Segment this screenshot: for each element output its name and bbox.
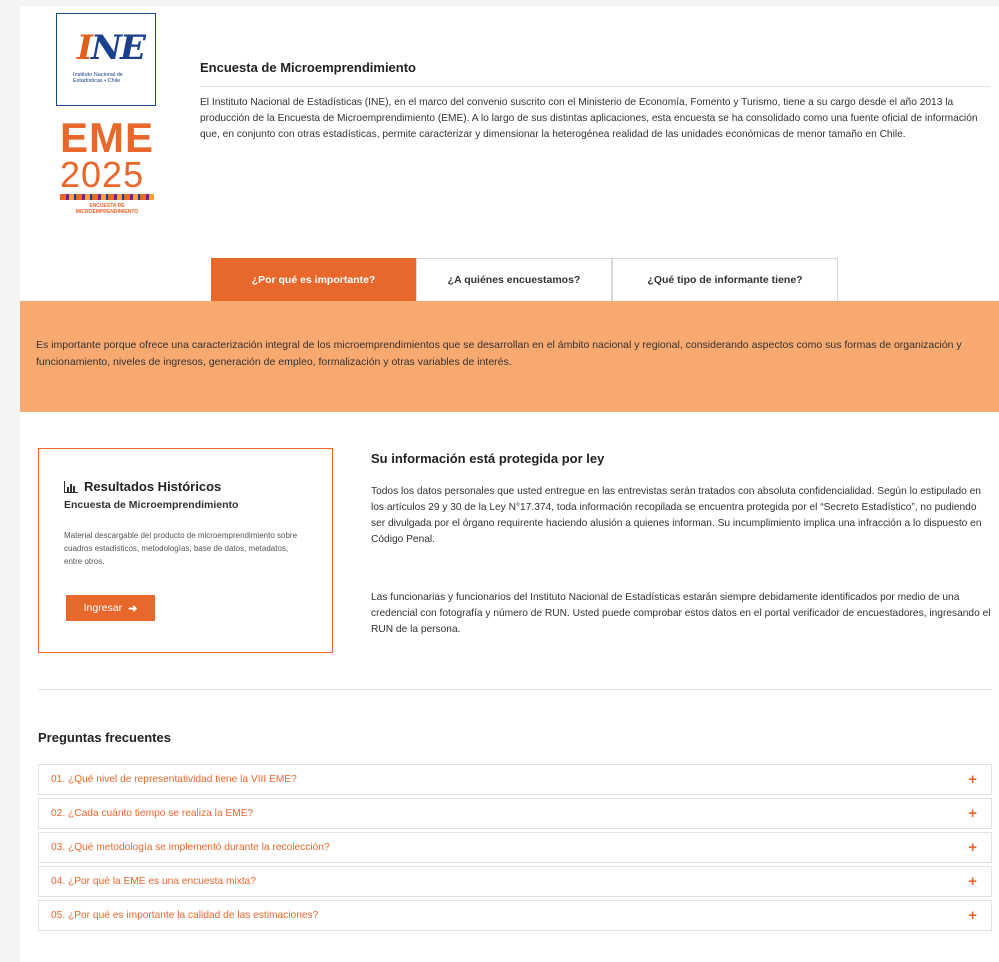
faq-question: 01. ¿Qué nivel de representatividad tien… — [51, 774, 297, 785]
tab-panel: Es importante porque ofrece una caracter… — [20, 301, 999, 412]
plus-icon[interactable]: + — [968, 907, 977, 924]
faq-item-2[interactable]: 02. ¿Cada cuánto tiempo se realiza la EM… — [38, 798, 992, 829]
ine-logo-mark: INE — [77, 28, 146, 68]
results-description: Material descargable del producto de mic… — [64, 531, 298, 566]
ingresar-button[interactable]: Ingresar ➜ — [66, 595, 155, 621]
intro-description: El Instituto Nacional de Estadísticas (I… — [200, 97, 978, 140]
results-title-text: Resultados Históricos — [84, 479, 222, 494]
eme-logo-year: 2025 — [60, 154, 145, 195]
eme-logo-title: EME — [60, 114, 155, 161]
faq-question: 03. ¿Qué metodología se implementó duran… — [51, 842, 330, 853]
title-divider — [200, 86, 990, 87]
historical-results-card: Resultados Históricos Encuesta de Microe… — [38, 448, 333, 653]
faq-question: 04. ¿Por qué la EME es una encuesta mixt… — [51, 876, 256, 887]
ine-logo[interactable]: INE Instituto Nacional de Estadísticas •… — [56, 13, 156, 106]
ingresar-button-label: Ingresar — [83, 602, 123, 614]
results-subtitle: Encuesta de Microemprendimiento — [64, 499, 239, 511]
faq-title: Preguntas frecuentes — [38, 730, 171, 745]
faq-item-5[interactable]: 05. ¿Por qué es importante la calidad de… — [38, 900, 992, 931]
results-title: Resultados Históricos — [64, 479, 221, 494]
plus-icon[interactable]: + — [968, 805, 977, 822]
ine-logo-subtitle: Instituto Nacional de Estadísticas • Chi… — [73, 72, 123, 84]
protected-info-title: Su información está protegida por ley — [371, 451, 605, 466]
faq-item-1[interactable]: 01. ¿Qué nivel de representatividad tien… — [38, 764, 992, 795]
tab-por-que-es-importante[interactable]: ¿Por qué es importante? — [211, 258, 416, 301]
tab-a-quienes-encuestamos[interactable]: ¿A quiénes encuestamos? — [416, 258, 612, 301]
page-title: Encuesta de Microemprendimiento — [200, 60, 416, 75]
faq-item-3[interactable]: 03. ¿Qué metodología se implementó duran… — [38, 832, 992, 863]
plus-icon[interactable]: + — [968, 771, 977, 788]
eme-logo-tagline: ENCUESTA DE MICROEMPRENDIMIENTO — [75, 203, 139, 215]
tab-panel-text: Es importante porque ofrece una caracter… — [36, 339, 962, 368]
faq-question: 05. ¿Por qué es importante la calidad de… — [51, 910, 319, 921]
protected-info-paragraph-1: Todos los datos personales que usted ent… — [371, 486, 982, 545]
bar-chart-icon — [64, 480, 78, 493]
info-tabs: ¿Por qué es importante? ¿A quiénes encue… — [211, 258, 838, 301]
eme-2025-logo: EME 2025 ENCUESTA DE MICROEMPRENDIMIENTO — [60, 114, 160, 223]
tab-tipo-de-informante[interactable]: ¿Qué tipo de informante tiene? — [612, 258, 838, 301]
section-divider — [38, 689, 992, 690]
faq-list: 01. ¿Qué nivel de representatividad tien… — [38, 764, 992, 934]
protected-info-paragraph-2: Las funcionarias y funcionarios del Inst… — [371, 592, 991, 635]
faq-item-4[interactable]: 04. ¿Por qué la EME es una encuesta mixt… — [38, 866, 992, 897]
plus-icon[interactable]: + — [968, 873, 977, 890]
faq-question: 02. ¿Cada cuánto tiempo se realiza la EM… — [51, 808, 254, 819]
plus-icon[interactable]: + — [968, 839, 977, 856]
page: INE Instituto Nacional de Estadísticas •… — [20, 6, 999, 962]
sign-in-icon: ➜ — [128, 602, 138, 615]
